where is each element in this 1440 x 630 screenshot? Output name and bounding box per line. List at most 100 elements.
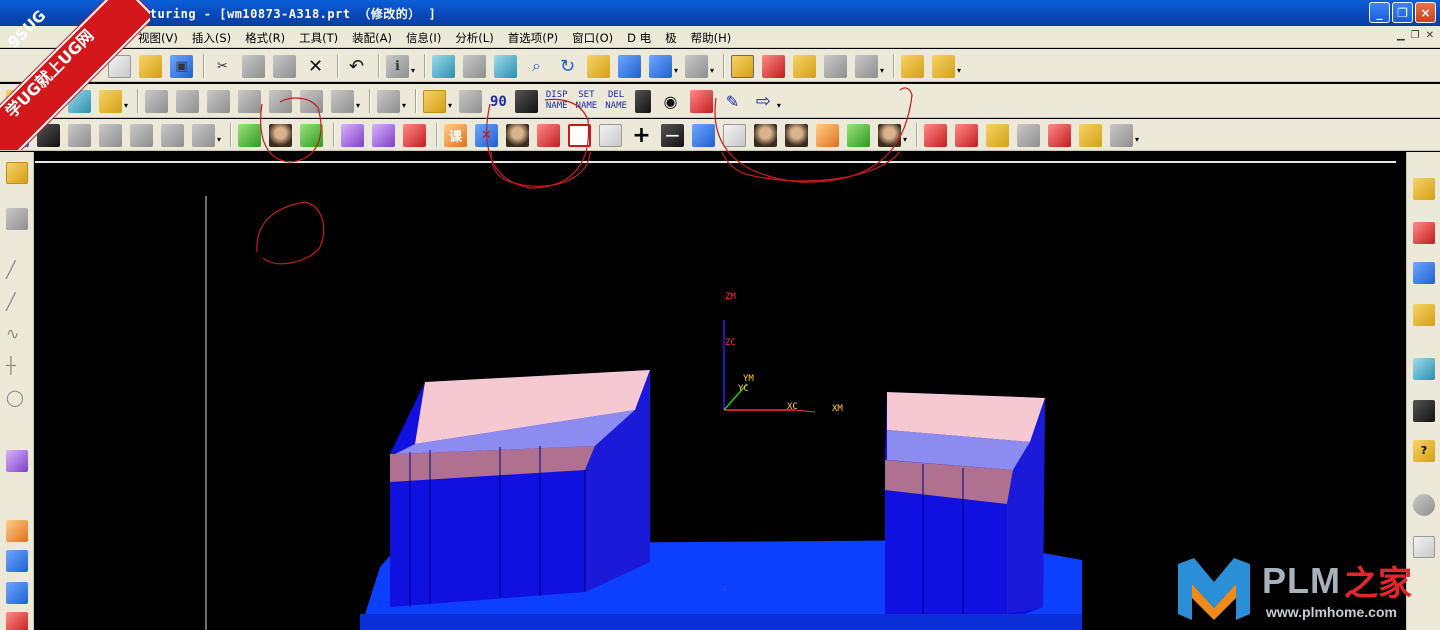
part-navigator-icon[interactable] [1413,222,1435,244]
menu-analysis[interactable]: 分析(L) [455,30,493,46]
measure-distance-icon[interactable] [901,54,924,78]
feature-dropdown-icon[interactable]: ▾ [217,135,222,144]
history-icon[interactable] [1413,494,1435,516]
red-cube-icon[interactable] [403,123,426,147]
line-2-icon[interactable]: ╱ [6,292,28,314]
display-mode-icon[interactable] [824,54,847,78]
operation-navigator-icon[interactable] [1413,262,1435,284]
del-name-button[interactable]: DEL NAME [605,90,627,112]
show-hide-dropdown-icon[interactable]: ▾ [880,66,885,75]
avatar-man-icon[interactable] [506,123,529,147]
menu-extreme[interactable]: 极 [665,30,677,46]
shaded-view-icon[interactable] [618,54,641,78]
shell-icon[interactable] [192,123,215,147]
flag-icon[interactable] [377,89,400,113]
nc-program-icon[interactable] [331,89,354,113]
replay-path-icon[interactable] [176,89,199,113]
plus-icon[interactable]: + [630,123,653,148]
pattern-icon[interactable] [341,123,364,147]
texture-icon[interactable] [372,123,395,147]
menu-window[interactable]: 窗口(O) [572,30,613,46]
shop-doc-icon[interactable] [269,89,292,113]
postprocess-icon[interactable] [238,89,261,113]
overlap-icon[interactable] [599,123,622,147]
material-icon[interactable] [238,123,261,147]
arrow-dropdown-icon[interactable]: ▾ [777,101,782,110]
minus-icon[interactable]: − [661,123,684,147]
arrow-right-icon[interactable]: ⇨ [752,90,775,113]
stripes-icon[interactable] [692,123,715,147]
circle-icon[interactable]: ◯ [6,388,28,410]
view-orientation-dropdown-icon[interactable]: ▾ [674,66,679,75]
wcs-origin-icon[interactable] [762,54,785,78]
arc-icon[interactable]: ∿ [6,324,28,346]
tools-icon[interactable] [689,89,713,113]
red-sphere-icon[interactable] [955,123,978,147]
pan-icon[interactable] [587,54,610,78]
information-icon[interactable]: ℹ [386,54,409,78]
target-icon[interactable] [568,123,591,147]
set-name-button[interactable]: SET NAME [576,90,598,112]
mdi-restore-icon[interactable]: ❐ [1411,30,1420,41]
paint-icon[interactable] [1048,123,1071,147]
measure-angle-icon[interactable] [932,54,955,78]
undo-icon[interactable]: ↶ [345,55,368,78]
snap-icon[interactable] [6,208,28,230]
information-dropdown-icon[interactable]: ▾ [411,66,416,75]
menu-assemblies[interactable]: 装配(A) [352,30,392,46]
menu-electrical[interactable]: D 电 [627,30,651,46]
menu-preferences[interactable]: 首选项(P) [508,30,558,46]
selection-filter-dropdown-icon[interactable]: ▾ [448,101,453,110]
fill-icon[interactable] [1079,123,1102,147]
help-icon[interactable]: ? [1413,440,1435,462]
menu-help[interactable]: 帮助(H) [691,30,732,46]
point-constructor-icon[interactable] [459,89,482,113]
verify-path-icon[interactable] [207,89,230,113]
image-thumbnail-4-icon[interactable] [878,123,901,147]
edit-pencil-icon[interactable]: ✎ [721,90,744,113]
selection-filter-icon[interactable] [423,89,446,113]
delete-icon[interactable]: ✕ [304,55,327,78]
operation-dropdown-icon[interactable]: ▾ [356,101,361,110]
save-icon[interactable]: ▣ [170,54,193,78]
view-orientation-icon[interactable] [649,54,672,78]
fit-view-icon[interactable] [432,54,455,78]
blank-icon[interactable] [723,123,746,147]
angle-90-button[interactable]: 90 [490,95,507,109]
web-browser-icon[interactable] [1413,358,1435,380]
maximize-button[interactable]: ❐ [1392,2,1413,23]
menu-information[interactable]: 信息(I) [406,30,441,46]
image-thumbnail-3-icon[interactable] [847,123,870,147]
menu-tools[interactable]: 工具(T) [299,30,338,46]
image-thumbnail-1-icon[interactable] [754,123,777,147]
select-point-icon[interactable] [6,162,28,184]
palette-icon[interactable] [6,450,28,472]
image-thumbnail-2-icon[interactable] [785,123,808,147]
training-icon[interactable] [1413,400,1435,422]
zoom-window-icon[interactable] [463,54,486,78]
layer-icon[interactable] [793,54,816,78]
print-dropdown-icon[interactable]: ▾ [1135,135,1140,144]
paste-icon[interactable] [273,54,296,78]
close-side-icon[interactable] [6,550,28,572]
mdi-close-icon[interactable]: ✕ [1426,30,1434,41]
menu-insert[interactable]: 插入(S) [192,30,231,46]
output-cls-icon[interactable] [300,89,323,113]
book-icon[interactable] [514,89,538,113]
print-icon[interactable] [1110,123,1133,147]
red-square-icon[interactable] [537,123,560,147]
measure-dropdown-icon[interactable]: ▾ [957,66,962,75]
reuse-library-icon[interactable] [1413,304,1435,326]
close-button[interactable]: × [1415,2,1436,23]
menu-format[interactable]: 格式(R) [245,30,285,46]
curve-icon[interactable] [816,123,839,147]
night-image-icon[interactable] [6,582,28,604]
line-icon[interactable]: ╱ [6,260,28,282]
gray-cube-icon[interactable] [1017,123,1040,147]
show-hide-icon[interactable] [855,54,878,78]
rendering-style-dropdown-icon[interactable]: ▾ [710,66,715,75]
minimize-button[interactable]: _ [1369,2,1390,23]
title-bar[interactable]: cturing - [wm10873-A318.prt （修改的） ] _ ❐ … [0,0,1440,26]
avatar-woman-icon[interactable] [269,123,292,147]
green-cube-icon[interactable] [300,123,323,147]
